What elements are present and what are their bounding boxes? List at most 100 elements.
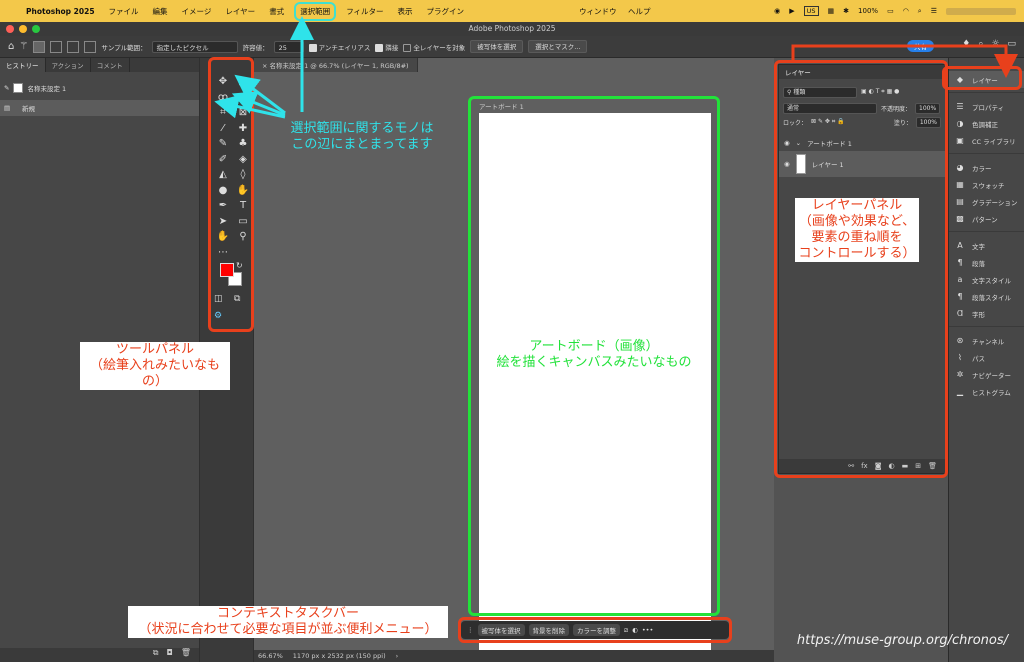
doc-dimensions: 1170 px x 2532 px (150 ppi) (292, 652, 386, 660)
wifi-icon[interactable]: ◠ (903, 7, 909, 15)
tab-comments[interactable]: コメント (91, 58, 130, 72)
zoom-level[interactable]: 66.67% (258, 652, 283, 660)
dock-patterns[interactable]: ▩ パターン (949, 210, 1024, 227)
menu-window[interactable]: ウィンドウ (572, 6, 624, 17)
dock-paragraph[interactable]: ¶ 段落 (949, 254, 1024, 271)
dock-character[interactable]: A 文字 (949, 237, 1024, 254)
menu-app[interactable]: Photoshop 2025 (22, 7, 102, 16)
dock-navigator[interactable]: ✲ ナビゲーター (949, 366, 1024, 383)
tab-history[interactable]: ヒストリー (0, 58, 46, 72)
chevron-right-icon[interactable]: › (396, 652, 399, 660)
battery-level: 100% (858, 7, 879, 15)
all-layers-option[interactable]: 全レイヤーを対象 (403, 42, 465, 52)
bell-icon[interactable]: ♦ (962, 39, 970, 49)
play-icon[interactable]: ▶ (789, 7, 794, 15)
photoshop-screenshot: Photoshop 2025 ファイル 編集 イメージ レイヤー 書式 選択範囲… (0, 0, 1024, 662)
properties-icon: ☰ (956, 102, 964, 111)
window-title-bar: Adobe Photoshop 2025 (0, 22, 1024, 36)
para-styles-icon: ¶ (957, 292, 963, 301)
contiguous-checkbox[interactable] (375, 43, 384, 52)
selection-annotation: 選択範囲に関するモノは この辺にまとまってます (290, 121, 434, 152)
control-center-icon[interactable]: ☰ (931, 7, 937, 15)
record-icon[interactable]: ◉ (774, 7, 780, 15)
dock-channels[interactable]: ⊛ チャンネル (949, 332, 1024, 349)
dock-para-styles[interactable]: ¶ 段落スタイル (949, 288, 1024, 305)
history-state-label: 新規 (22, 105, 35, 113)
history-state[interactable]: ▤ 新規 (0, 100, 199, 116)
menu-filter[interactable]: フィルター (339, 6, 390, 17)
menu-layer[interactable]: レイヤー (218, 6, 262, 17)
lightbulb-icon[interactable]: ☼ (991, 39, 999, 49)
share-button[interactable]: 共有 (907, 40, 934, 52)
new-doc-icon[interactable]: ⧉ (153, 648, 159, 662)
dock-properties[interactable]: ☰ プロパティ (949, 98, 1024, 115)
tab-actions[interactable]: アクション (46, 58, 91, 72)
menu-select[interactable]: 選択範囲 (294, 1, 337, 21)
select-subject-button[interactable]: 被写体を選択 (470, 40, 524, 53)
gradients-icon: ▤ (956, 197, 964, 206)
options-bar: ⌂ ⚚ サンプル範囲： 指定したピクセル 許容値： 25 アンチエイリアス 隣接… (0, 36, 1024, 58)
context-bar-highlight (458, 617, 732, 643)
minimize-icon[interactable] (19, 25, 27, 33)
menu-help[interactable]: ヘルプ (621, 6, 658, 17)
all-layers-checkbox[interactable] (403, 43, 412, 52)
intersect-selection-icon[interactable] (84, 40, 97, 53)
zoom-icon[interactable] (32, 25, 40, 33)
history-tabs: ヒストリー アクション コメント (0, 58, 199, 72)
navigator-icon: ✲ (956, 370, 964, 379)
grid-icon[interactable]: ▦ (828, 7, 835, 15)
dock-swatches[interactable]: ▦ スウォッチ (949, 176, 1024, 193)
bluetooth-icon[interactable]: ✱ (843, 7, 849, 15)
search-icon[interactable]: ⌕ (978, 39, 983, 49)
subtract-selection-icon[interactable] (67, 40, 80, 53)
battery-icon[interactable]: ▭ (887, 7, 894, 15)
tolerance-input[interactable]: 25 (273, 40, 304, 53)
workspace-icon[interactable]: ▭ (1007, 39, 1016, 49)
home-icon[interactable]: ⌂ (8, 41, 14, 52)
magic-wand-icon[interactable]: ⚚ (19, 41, 28, 52)
camera-icon[interactable]: ◘ (167, 648, 173, 662)
paths-icon: ⌇ (958, 353, 962, 362)
menu-image[interactable]: イメージ (175, 6, 219, 17)
swatches-icon: ▦ (956, 180, 964, 189)
menu-file[interactable]: ファイル (102, 6, 146, 17)
brush-icon: ✎ (4, 84, 10, 92)
redacted-datetime (946, 7, 1016, 15)
dock-glyphs[interactable]: Ɑ 字形 (949, 305, 1024, 322)
adjustments-icon: ◑ (956, 119, 964, 128)
channels-icon: ⊛ (956, 336, 964, 345)
trash-icon[interactable]: 🗑 (181, 648, 191, 662)
dock-paths[interactable]: ⌇ パス (949, 349, 1024, 366)
contiguous-option[interactable]: 隣接 (375, 42, 398, 52)
sample-size-label: サンプル範囲： (101, 43, 147, 52)
menu-view[interactable]: 表示 (391, 6, 420, 17)
menu-type[interactable]: 書式 (262, 6, 291, 17)
tab-close-icon[interactable]: × (262, 62, 270, 70)
menu-edit[interactable]: 編集 (146, 6, 175, 17)
dock-adjustments[interactable]: ◑ 色調補正 (949, 115, 1024, 132)
sample-size-select[interactable]: 指定したピクセル (151, 40, 238, 53)
status-bar: 66.67% 1170 px x 2532 px (150 ppi) › (254, 650, 774, 662)
layers-annotation: レイヤーパネル （画像や効果など、 要素の重ね順を コントロールする） (795, 198, 919, 262)
add-selection-icon[interactable] (50, 40, 63, 53)
dock-char-styles[interactable]: a 文字スタイル (949, 271, 1024, 288)
character-icon: A (957, 241, 963, 250)
char-styles-icon: a (957, 275, 963, 284)
antialias-option[interactable]: アンチエイリアス (308, 42, 370, 52)
dock-color[interactable]: ◕ カラー (949, 159, 1024, 176)
snapshot-thumb (13, 83, 24, 93)
close-icon[interactable] (6, 25, 14, 33)
color-icon: ◕ (956, 163, 964, 172)
history-snapshot[interactable]: ✎ 名称未設定 1 (0, 80, 199, 96)
new-selection-icon[interactable] (33, 40, 46, 53)
menu-plugins[interactable]: プラグイン (420, 6, 472, 17)
antialias-checkbox[interactable] (308, 43, 317, 52)
document-tab[interactable]: × 名称未設定 1 @ 66.7% (レイヤー 1, RGB/8#) (254, 58, 418, 72)
dock-histogram[interactable]: ▁ ヒストグラム (949, 383, 1024, 400)
dock-gradients[interactable]: ▤ グラデーション (949, 193, 1024, 210)
input-source[interactable]: US (803, 6, 819, 16)
menu-bar: Photoshop 2025 ファイル 編集 イメージ レイヤー 書式 選択範囲… (0, 0, 1024, 22)
search-icon[interactable]: ⌕ (918, 7, 922, 16)
dock-libraries[interactable]: ▣ CC ライブラリ (949, 132, 1024, 149)
select-and-mask-button[interactable]: 選択とマスク... (528, 40, 588, 53)
